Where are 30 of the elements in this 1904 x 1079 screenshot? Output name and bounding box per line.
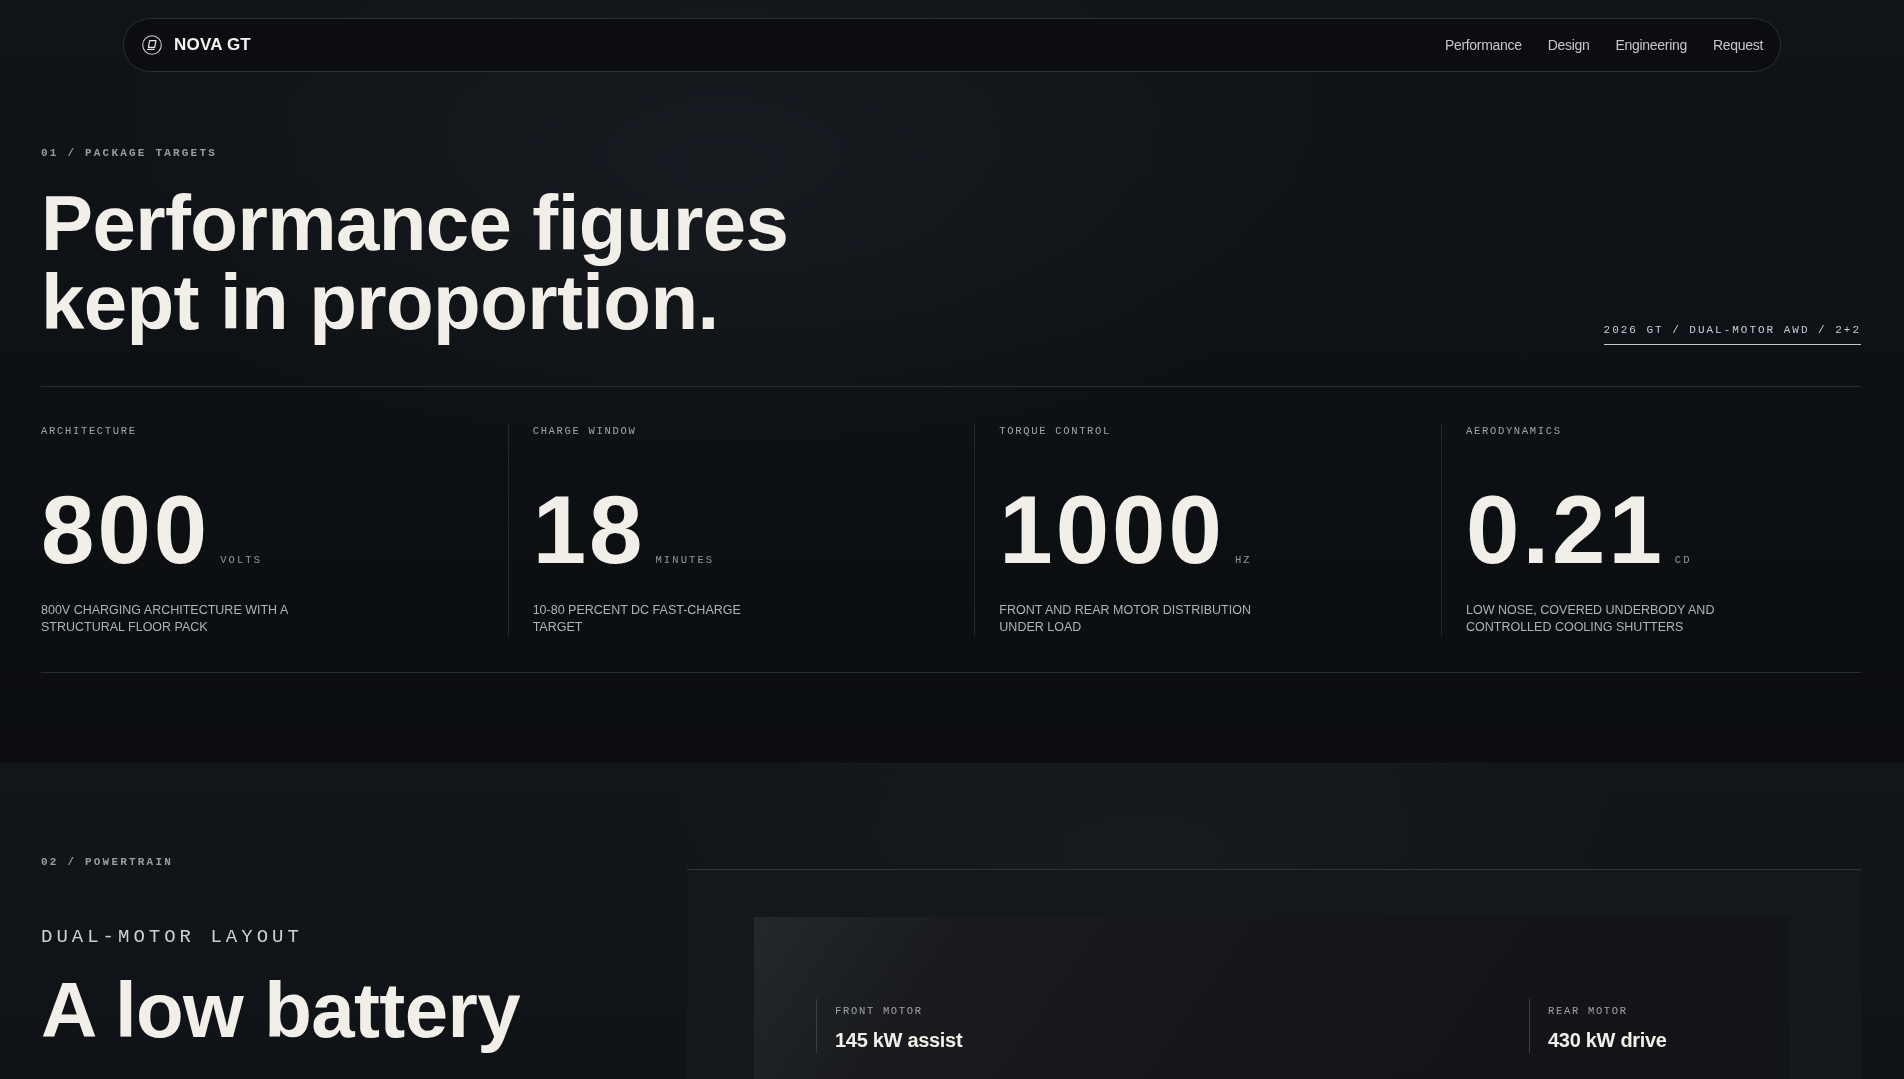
motor-value: 145 kW assist bbox=[835, 1028, 963, 1052]
nav-link[interactable]: Design bbox=[1547, 37, 1590, 53]
stat-value: 1000 bbox=[999, 482, 1225, 578]
stat-description: 800V CHARGING ARCHITECTURE WITH A STRUCTURAL FLOOR PACK bbox=[41, 602, 289, 636]
logo-icon bbox=[142, 35, 162, 55]
motor-label: REAR MOTOR bbox=[1548, 1004, 1628, 1018]
brand-link[interactable]: NOVA GT bbox=[142, 35, 251, 55]
motor-value: 430 kW drive bbox=[1548, 1028, 1667, 1052]
stat-unit: VOLTS bbox=[220, 554, 263, 566]
stat-unit: MINUTES bbox=[655, 554, 715, 566]
section-eyebrow: 01 / PACKAGE TARGETS bbox=[41, 146, 218, 161]
stat-value: 18 bbox=[532, 482, 646, 578]
stat-description: FRONT AND REAR MOTOR DISTRIBUTION UNDER LOAD bbox=[999, 602, 1252, 636]
stat-label: CHARGE WINDOW bbox=[532, 424, 637, 438]
section-eyebrow: 02 / POWERTRAIN bbox=[41, 855, 174, 870]
section-subtitle: DUAL-MOTOR LAYOUT bbox=[41, 925, 303, 949]
stat-unit: HZ bbox=[1234, 554, 1252, 566]
stat-value: 0.21 bbox=[1466, 482, 1665, 578]
nav-link[interactable]: Engineering bbox=[1615, 37, 1687, 53]
stat-description: LOW NOSE, COVERED UNDERBODY AND CONTROLLED COOLING SHUTTERS bbox=[1466, 602, 1716, 636]
stat-label: ARCHITECTURE bbox=[41, 424, 137, 438]
stat-unit: CD bbox=[1674, 554, 1692, 566]
nav-link[interactable]: Request bbox=[1712, 37, 1763, 53]
stat-label: AERODYNAMICS bbox=[1466, 424, 1562, 438]
nav-link[interactable]: Performance bbox=[1444, 37, 1522, 53]
stat-value: 800 bbox=[41, 482, 211, 578]
motor-label: FRONT MOTOR bbox=[835, 1004, 923, 1018]
stat-description: 10-80 PERCENT DC FAST-CHARGE TARGET bbox=[532, 602, 742, 636]
stat-label: TORQUE CONTROL bbox=[999, 424, 1112, 438]
spec-summary: 2026 GT / DUAL-MOTOR AWD / 2+2 bbox=[1603, 322, 1861, 345]
